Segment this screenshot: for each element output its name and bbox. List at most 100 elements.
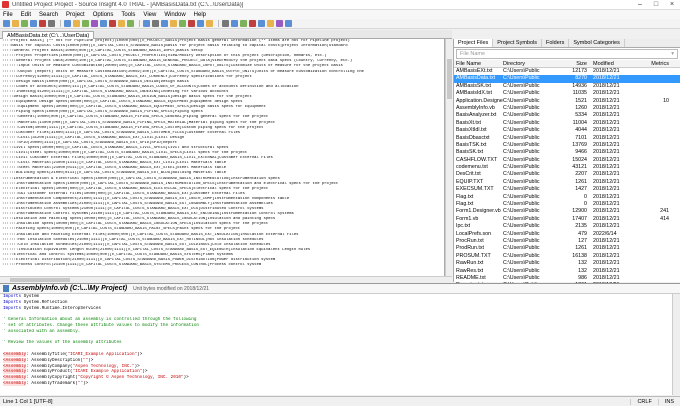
file-row[interactable]: README.txt C:\Users\Public 986 2018/12/21 [454,275,680,282]
file-row[interactable]: AMBasisSK.txt C:\Users\Public 14936 2018/12… [454,83,680,90]
file-row[interactable]: RawRun.txt C:\Users\Public 132 2018/12/21 [454,260,680,267]
file-row[interactable]: ProdRun.txt C:\Users\Public 1261 2018/12/21 [454,245,680,252]
column-header-directory[interactable]: Directory [503,60,559,67]
menu-file[interactable]: File [3,12,13,18]
file-row[interactable]: Ipc.txt C:\Users\Public 2135 2018/12/21 [454,223,680,230]
tab-symbol-categories[interactable]: Symbol Categories [569,39,625,47]
toolbar-tool-icon[interactable] [91,20,98,27]
file-row[interactable]: CASHFLOW.TXT C:\Users\Public 15024 2018/12/… [454,157,680,164]
file-row[interactable]: AMBasisEXt.txt C:\Users\Public 12173 2018/1… [454,68,680,75]
toolbar-tool-icon[interactable] [276,20,283,27]
toolbar-tool-icon[interactable] [179,20,186,27]
close-button[interactable]: × [664,0,680,10]
file-filter-input[interactable]: File Name ▾ [456,49,678,59]
code-editor-main[interactable]: ::::Project Basis] (** not for Pipeline … [0,39,445,276]
menu-project[interactable]: Project [66,12,85,18]
file-row[interactable]: BasisDbasctxt C:\Users\Public 7101 2018/12/… [454,135,680,142]
file-cell: C:\Users\Public [503,178,540,185]
toolbar-tool-icon[interactable] [258,20,265,27]
file-row[interactable]: PROSUM.TXT C:\Users\Public 16138 2018/12/21 [454,253,680,260]
file-row[interactable]: Flag.txt C:\Users\Public 0 2018/12/21 [454,194,680,201]
editor-horizontal-scrollbar[interactable] [0,276,452,282]
toolbar-tool-icon[interactable] [109,20,116,27]
toolbar-tool-icon[interactable] [152,20,159,27]
tab-ambasisdata[interactable]: AMBasisData.txt (C:\...\UserData) [2,31,95,39]
toolbar-tool-icon[interactable] [206,20,213,27]
code-token: )> [142,369,148,375]
menu-help[interactable]: Help [194,12,206,18]
toolbar-tool-icon[interactable] [3,20,10,27]
toolbar-tool-icon[interactable] [12,20,19,27]
toolbar-tool-icon[interactable] [222,20,229,27]
code-editor-secondary[interactable]: Imports System Imports System.Reflection I… [0,294,672,395]
tab-project-files[interactable]: Project Files [454,39,494,47]
editor-vertical-scrollbar[interactable] [445,39,452,276]
toolbar-tool-icon[interactable] [285,20,292,27]
file-row[interactable]: DesCrit.txt C:\Users\Public 2207 2018/12/21 [454,171,680,178]
toolbar-tool-icon[interactable] [188,20,195,27]
file-row[interactable]: BasisXtIdl.txt C:\Users\Public 4044 2018/12… [454,127,680,134]
line-ending[interactable]: CRLF [630,398,657,405]
file-row[interactable]: Application.Designer C:\Users\Public 1521 2… [454,98,680,105]
chevron-down-icon[interactable]: ▾ [671,50,674,58]
scroll-thumb[interactable] [447,59,452,99]
column-header-file-name[interactable]: File Name [454,60,503,67]
insert-mode[interactable]: INS [657,398,680,405]
code-text[interactable]: ::::Project Basis] (** not for Pipeline … [0,39,444,268]
toolbar-tool-icon[interactable] [100,20,107,27]
toolbar-tool-icon[interactable] [64,20,71,27]
file-row[interactable]: ProcRun.txt C:\Users\Public 127 2018/12/21 [454,238,680,245]
file-row[interactable]: RawRes.txt C:\Users\Public 132 2018/12/21 [454,268,680,275]
file-row[interactable]: BasisSK.txt C:\Users\Public 9466 2018/12/21 [454,149,680,156]
toolbar-tool-icon[interactable] [30,20,37,27]
file-row[interactable]: EXECSUM.TXT C:\Users\Public 1427 2018/12/21 [454,186,680,193]
toolbar-tool-icon[interactable] [21,20,28,27]
file-row[interactable]: BasisXt.txt C:\Users\Public 11004 2018/12/2… [454,120,680,127]
toolbar-tool-icon[interactable] [143,20,150,27]
column-header-modified[interactable]: Modified [591,60,633,67]
tab-folders[interactable]: Folders [542,39,570,47]
file-row[interactable]: Form1.vb C:\Users\Public 17407 2018/12/21 41… [454,216,680,223]
file-row[interactable]: LocalPrefs.son C:\Users\Public 479 2022/6/1… [454,231,680,238]
toolbar-tool-icon[interactable] [39,20,46,27]
toolbar-tool-icon[interactable] [231,20,238,27]
file-row[interactable]: codemenu.txt C:\Users\Public 43121 2018/12/… [454,164,680,171]
maximize-button[interactable]: □ [648,0,664,10]
second-editor-title[interactable]: AssemblyInfo.vb (C:\...\My Project) [12,285,127,292]
toolbar-tool-icon[interactable] [48,20,55,27]
code-text[interactable]: Imports System Imports System.Reflection I… [0,294,672,393]
minimize-button[interactable]: – [632,0,648,10]
toolbar-tool-icon[interactable] [161,20,168,27]
toolbar-tool-icon[interactable] [118,20,125,27]
toolbar-tool-icon[interactable] [82,20,89,27]
toolbar-tool-icon[interactable] [170,20,177,27]
menu-window[interactable]: Window [164,12,185,18]
secondary-vertical-scrollbar[interactable] [672,294,680,395]
file-row[interactable]: Form1.Designer.vb C:\Users\Public 12900 201… [454,208,680,215]
toolbar-tool-icon[interactable] [73,20,80,27]
menu-view[interactable]: View [143,12,156,18]
file-row[interactable]: Flag.txt C:\Users\Public 0 2018/12/21 [454,201,680,208]
scroll-thumb[interactable] [10,278,70,282]
column-header-size[interactable]: Size [559,60,591,67]
file-cell: 9466 [575,149,587,156]
toolbar-tool-icon[interactable] [197,20,204,27]
file-row[interactable]: AMBasisIdX.txt C:\Users\Public 11035 2018/1… [454,90,680,97]
file-row[interactable]: BasisAnalyzer.txt C:\Users\Public 5334 2018… [454,112,680,119]
file-row[interactable]: BasisTSK.txt C:\Users\Public 13769 2018/12/… [454,142,680,149]
toolbar-tool-icon[interactable] [267,20,274,27]
menu-search[interactable]: Search [39,12,58,18]
file-row[interactable]: EQUIP.TXT C:\Users\Public 1261 2018/12/21 [454,179,680,186]
toolbar-tool-icon[interactable] [240,20,247,27]
toolbar-tool-icon[interactable] [249,20,256,27]
menu-options[interactable]: Options [93,12,114,18]
tab-project-symbols[interactable]: Project Symbols [493,39,543,47]
code-token: <Assembly [3,351,27,357]
code-token: : AssemblyDescription( [26,357,83,363]
toolbar-tool-icon[interactable] [127,20,134,27]
file-row[interactable]: AMBasisData.txt C:\Users\Public 8270 2018/1… [454,75,680,83]
file-row[interactable]: AssemblyInfo.vb C:\Users\Public 1260 2018/1… [454,105,680,112]
menu-edit[interactable]: Edit [21,12,31,18]
column-header-metrics[interactable]: Metrics [633,60,673,67]
menu-tools[interactable]: Tools [121,12,135,18]
